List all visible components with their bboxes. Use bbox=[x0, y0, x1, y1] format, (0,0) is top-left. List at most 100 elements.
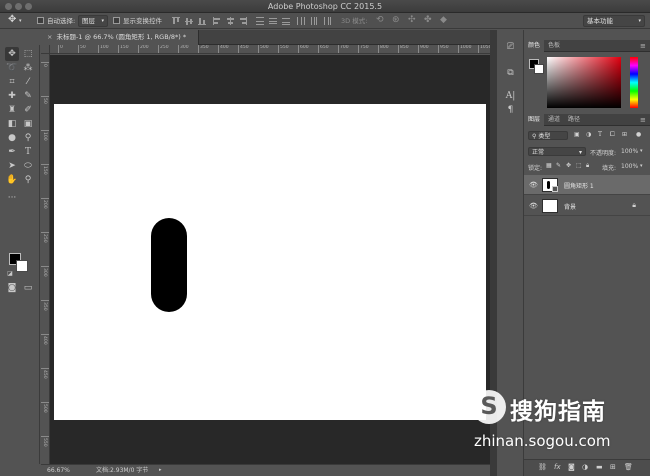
ruler-origin[interactable] bbox=[41, 45, 50, 54]
distribute-top-icon[interactable] bbox=[256, 17, 264, 25]
more-tools-icon[interactable]: ··· bbox=[5, 191, 19, 205]
adjustment-layer-icon[interactable]: ◑ bbox=[582, 463, 588, 471]
3d-orbit-icon[interactable]: ⟲ bbox=[376, 14, 384, 26]
opacity-chevron-icon[interactable]: ▾ bbox=[640, 148, 643, 154]
3d-scale-icon[interactable]: ◆ bbox=[440, 14, 447, 26]
arrow-icon[interactable]: ➤ bbox=[5, 159, 19, 173]
new-group-icon[interactable]: ▬ bbox=[596, 463, 603, 471]
eraser-icon[interactable]: ◧ bbox=[5, 117, 19, 131]
opacity-value[interactable]: 100% bbox=[621, 148, 638, 155]
gradient-icon[interactable]: ▣ bbox=[21, 117, 35, 131]
visibility-eye-icon[interactable]: 👁︎ bbox=[529, 181, 538, 189]
hue-slider[interactable] bbox=[630, 57, 638, 108]
workspace-switcher[interactable]: 基本功能 ▾ bbox=[583, 15, 645, 27]
pen-icon[interactable]: ✒ bbox=[5, 145, 19, 159]
fx-icon[interactable]: fx bbox=[554, 463, 561, 471]
panel-menu-icon[interactable]: ≡ bbox=[636, 40, 650, 52]
layer-row[interactable]: 👁︎ 圆角矩形 1 bbox=[524, 175, 650, 195]
filter-kind-dropdown[interactable]: ⚲ 类型 bbox=[528, 131, 568, 140]
filter-adjust-icon[interactable]: ◑ bbox=[586, 131, 591, 138]
vertical-ruler[interactable]: 0 50 100 150 200 250 300 350 400 450 500 550 bbox=[41, 54, 50, 464]
tab-paths[interactable]: 路径 bbox=[564, 114, 584, 126]
auto-select-checkbox[interactable] bbox=[37, 17, 44, 24]
close-tab-icon[interactable]: × bbox=[47, 33, 52, 41]
type-icon[interactable]: T bbox=[21, 145, 35, 159]
hand-icon[interactable]: ✋ bbox=[5, 173, 19, 187]
align-bottom-icon[interactable] bbox=[198, 17, 206, 25]
document-canvas[interactable] bbox=[54, 104, 486, 420]
layer-name[interactable]: 背景 bbox=[564, 202, 576, 211]
layer-row[interactable]: 👁︎ 背景 🔒︎ bbox=[524, 196, 650, 216]
align-right-icon[interactable] bbox=[239, 17, 247, 25]
lock-all-icon[interactable]: 🔒︎ bbox=[586, 162, 589, 170]
distribute-vcenter-icon[interactable] bbox=[269, 17, 277, 25]
bandage-icon[interactable]: ✚ bbox=[5, 89, 19, 103]
3d-pan-icon[interactable]: ✣ bbox=[408, 14, 416, 26]
lock-transparent-icon[interactable]: ▦ bbox=[546, 162, 552, 169]
tab-channels[interactable]: 通道 bbox=[544, 114, 564, 126]
lock-position-icon[interactable]: ✥ bbox=[566, 162, 571, 169]
horizontal-ruler[interactable]: 0 50 100 150 200 250 300 350 400 450 500 550 600 650 7… bbox=[50, 45, 490, 54]
tab-color[interactable]: 颜色 bbox=[524, 40, 545, 52]
character-panel-icon[interactable]: A| bbox=[504, 90, 517, 103]
blend-mode-dropdown[interactable]: 正常 ▾ bbox=[528, 147, 586, 156]
tool-preset-chevron-icon[interactable]: ▾ bbox=[19, 15, 22, 27]
crop-icon[interactable]: ⌗ bbox=[5, 75, 19, 89]
fill-chevron-icon[interactable]: ▾ bbox=[640, 163, 643, 169]
lock-image-icon[interactable]: ✎ bbox=[556, 162, 561, 169]
color-picker-field[interactable] bbox=[547, 57, 621, 108]
history-panel-icon[interactable]: ⎚ bbox=[504, 41, 517, 54]
rounded-rectangle-shape[interactable] bbox=[151, 218, 187, 312]
move-tool-icon[interactable]: ✥ bbox=[8, 14, 16, 26]
status-menu-chevron-icon[interactable]: ▸ bbox=[159, 465, 162, 476]
zoom-level[interactable]: 66.67% bbox=[47, 465, 70, 476]
filter-type-icon[interactable]: T bbox=[598, 131, 602, 138]
ellipse-icon[interactable]: ⬭ bbox=[21, 159, 35, 173]
show-transform-checkbox[interactable] bbox=[113, 17, 120, 24]
link-layers-icon[interactable]: ⛓ bbox=[538, 463, 547, 471]
move-icon[interactable]: ✥ bbox=[5, 47, 19, 61]
filter-toggle-icon[interactable]: ● bbox=[636, 131, 641, 138]
filter-pixel-icon[interactable]: ▣ bbox=[574, 131, 580, 138]
zoom-icon[interactable]: ⚲ bbox=[21, 173, 35, 187]
new-layer-icon[interactable]: ⊞ bbox=[610, 463, 616, 471]
auto-select-dropdown[interactable]: 图层 ▾ bbox=[78, 15, 108, 27]
color-panel-background[interactable] bbox=[534, 64, 544, 74]
screen-mode-icon[interactable]: ▭ bbox=[21, 281, 35, 295]
lock-artboard-icon[interactable]: ⬚ bbox=[576, 162, 582, 169]
visibility-eye-icon[interactable]: 👁︎ bbox=[529, 202, 538, 210]
align-top-icon[interactable] bbox=[172, 17, 180, 25]
3d-roll-icon[interactable]: ⊛ bbox=[392, 14, 400, 26]
canvas-area[interactable] bbox=[50, 55, 490, 464]
delete-layer-icon[interactable]: 🗑︎ bbox=[624, 463, 633, 471]
fill-value[interactable]: 100% bbox=[621, 163, 638, 170]
distribute-left-icon[interactable] bbox=[297, 17, 305, 25]
document-tab[interactable]: × 未标题-1 @ 66.7% (圆角矩形 1, RGB/8*) * bbox=[41, 30, 199, 45]
tab-swatches[interactable]: 色板 bbox=[544, 40, 564, 52]
layer-name[interactable]: 圆角矩形 1 bbox=[564, 181, 594, 190]
eyedropper-icon[interactable]: ⁄ bbox=[21, 75, 35, 89]
properties-panel-icon[interactable]: ⧉ bbox=[504, 67, 517, 80]
background-color-swatch[interactable] bbox=[16, 260, 28, 272]
distribute-right-icon[interactable] bbox=[323, 17, 331, 25]
distribute-hcenter-icon[interactable] bbox=[310, 17, 318, 25]
filter-smart-icon[interactable]: ⊞ bbox=[622, 131, 627, 138]
3d-slide-icon[interactable]: ✤ bbox=[424, 14, 432, 26]
default-colors-icon[interactable]: ◪ bbox=[3, 267, 17, 281]
align-hcenter-icon[interactable] bbox=[226, 17, 234, 25]
dodge-icon[interactable]: ⚲ bbox=[21, 131, 35, 145]
tab-layers[interactable]: 图层 bbox=[524, 114, 545, 126]
stamp-icon[interactable]: ♜ bbox=[5, 103, 19, 117]
filter-shape-icon[interactable]: ⧠ bbox=[610, 131, 615, 139]
quick-mask-icon[interactable]: ◙ bbox=[5, 281, 19, 295]
marquee-icon[interactable]: ⬚ bbox=[21, 47, 35, 61]
align-vcenter-icon[interactable] bbox=[185, 17, 193, 25]
magic-wand-icon[interactable]: ⁂ bbox=[21, 61, 35, 75]
blur-icon[interactable]: ● bbox=[5, 131, 19, 145]
lasso-icon[interactable]: ➰ bbox=[5, 61, 19, 75]
align-left-icon[interactable] bbox=[213, 17, 221, 25]
layers-menu-icon[interactable]: ≡ bbox=[636, 114, 650, 126]
distribute-bottom-icon[interactable] bbox=[282, 17, 290, 25]
brush-icon[interactable]: ✎ bbox=[21, 89, 35, 103]
history-brush-icon[interactable]: ✐ bbox=[21, 103, 35, 117]
